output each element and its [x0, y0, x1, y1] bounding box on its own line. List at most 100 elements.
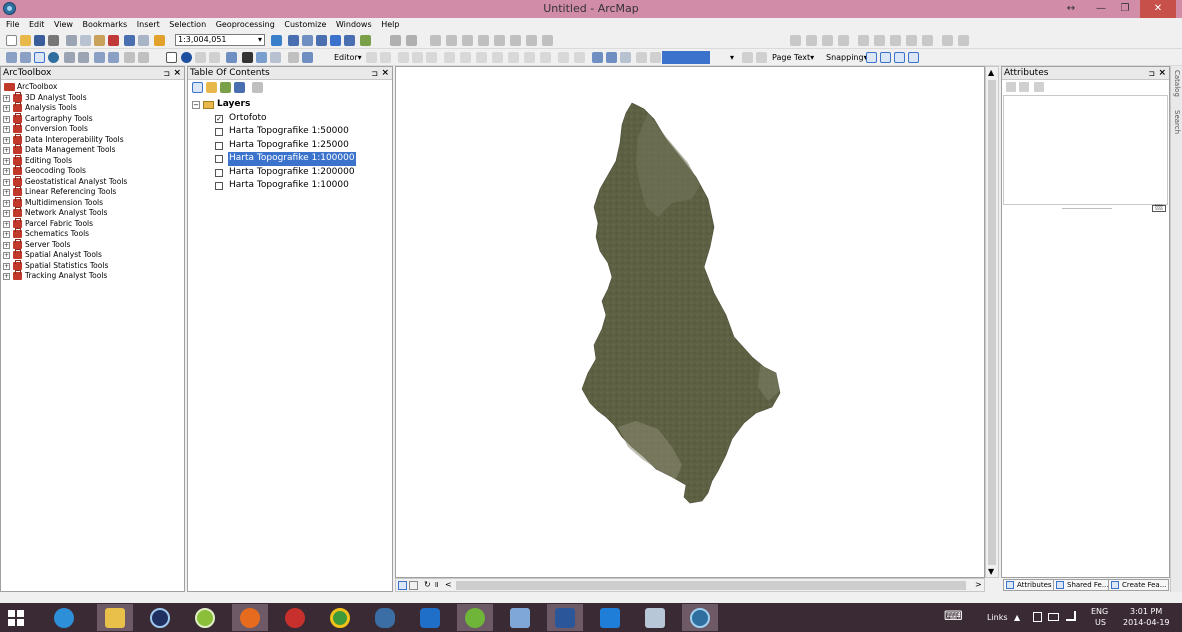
map-canvas[interactable]	[396, 67, 985, 578]
full-extent-globe-icon[interactable]	[48, 52, 59, 63]
vertical-scroll-thumb[interactable]	[988, 80, 996, 565]
battery-icon[interactable]	[1048, 613, 1059, 621]
expand-icon[interactable]: +	[3, 241, 10, 249]
close-button[interactable]: ✕	[1140, 0, 1176, 18]
map-scale-input[interactable]: 1:3,004,051	[175, 34, 265, 46]
maximize-button[interactable]: ❐	[1112, 0, 1138, 18]
minimize-button[interactable]: —	[1088, 0, 1114, 18]
collapse-icon[interactable]: −	[192, 101, 200, 109]
taskbar-file-explorer[interactable]	[97, 604, 133, 631]
map-display[interactable]	[395, 66, 985, 578]
go-back-extent-icon[interactable]	[94, 52, 105, 63]
layer-name[interactable]: Harta Topografike 1:10000	[228, 179, 350, 193]
point-icon[interactable]	[444, 52, 455, 63]
python-window-icon[interactable]	[344, 35, 355, 46]
restore-arrows-icon[interactable]: ↔	[1058, 0, 1084, 18]
font-dropdown-arrow-icon[interactable]: ▾	[730, 52, 734, 63]
keyboard-layout-indicator[interactable]: US	[1095, 618, 1106, 627]
edit-vertices-icon[interactable]	[790, 35, 801, 46]
select-features-icon[interactable]	[406, 35, 417, 46]
windows-start-icon[interactable]	[8, 610, 24, 626]
report-tool-icon[interactable]	[510, 35, 521, 46]
edge-snapping-icon[interactable]	[908, 52, 919, 63]
list-by-source-icon[interactable]	[206, 82, 217, 93]
error-inspector-icon[interactable]	[906, 35, 917, 46]
taskbar-video-app[interactable]	[592, 604, 628, 631]
split-icon[interactable]	[508, 52, 519, 63]
menu-selection[interactable]: Selection	[169, 18, 206, 32]
expand-icon[interactable]: +	[3, 231, 10, 238]
edit-tool-icon[interactable]	[366, 52, 377, 63]
map-horizontal-scrollbar[interactable]: ↻ ॥ < >	[395, 578, 985, 592]
close-icon[interactable]: ×	[173, 67, 181, 80]
graph-tool-icon[interactable]	[494, 35, 505, 46]
layout-pan-icon[interactable]	[620, 52, 631, 63]
select-elements-arrow-icon[interactable]	[166, 52, 177, 63]
snapping-menu[interactable]: Snapping▾	[826, 52, 868, 63]
taskbar-firefox[interactable]	[232, 604, 268, 631]
find-binoculars-icon[interactable]	[242, 52, 253, 63]
layer-name[interactable]: Harta Topografike 1:25000	[228, 139, 350, 153]
next-page-icon[interactable]	[742, 52, 753, 63]
scroll-up-icon[interactable]: ▲	[988, 68, 994, 77]
redo-icon[interactable]	[138, 35, 149, 46]
zoom-out-icon[interactable]	[20, 52, 31, 63]
attributes-sort-icon[interactable]	[1006, 82, 1016, 92]
find-route-icon[interactable]	[256, 52, 267, 63]
tab-attributes[interactable]: Attributes	[1003, 579, 1055, 591]
time-slider-icon[interactable]	[288, 52, 299, 63]
expand-icon[interactable]: +	[3, 178, 10, 186]
layout-zoom-out-icon[interactable]	[606, 52, 617, 63]
sketch-icon[interactable]	[558, 52, 569, 63]
traverse-icon[interactable]	[958, 35, 969, 46]
menu-file[interactable]: File	[6, 18, 19, 32]
layer-visibility-checkbox[interactable]	[215, 141, 223, 150]
fixed-zoom-in-icon[interactable]	[64, 52, 75, 63]
pan-hand-icon[interactable]	[34, 52, 45, 63]
menu-windows[interactable]: Windows	[336, 18, 372, 32]
vertex-snapping-icon[interactable]	[894, 52, 905, 63]
last-page-icon[interactable]	[756, 52, 767, 63]
rotate-icon[interactable]	[524, 52, 535, 63]
editor-toolbar-icon[interactable]	[271, 35, 282, 46]
reshape-icon[interactable]	[806, 35, 817, 46]
save-icon[interactable]	[34, 35, 45, 46]
expand-icon[interactable]: +	[3, 157, 10, 165]
table-of-contents-icon[interactable]	[288, 35, 299, 46]
go-forward-extent-icon[interactable]	[108, 52, 119, 63]
layer-visibility-checkbox[interactable]	[215, 182, 223, 190]
taskbar-postgresql[interactable]	[367, 604, 403, 631]
taskbar-word[interactable]	[547, 604, 583, 631]
attributes-icon[interactable]	[540, 52, 551, 63]
create-features-icon[interactable]	[574, 52, 585, 63]
select-by-rectangle-icon[interactable]	[124, 52, 135, 63]
taskbar-chrome[interactable]	[322, 604, 358, 631]
links-toolbar[interactable]: Links	[987, 613, 1008, 622]
expand-icon[interactable]: +	[3, 105, 10, 112]
menu-bookmarks[interactable]: Bookmarks	[83, 18, 128, 32]
expand-icon[interactable]: +	[3, 168, 10, 175]
sketch-properties-icon[interactable]	[858, 35, 869, 46]
pin-icon[interactable]: ⊐	[163, 67, 170, 80]
menu-help[interactable]: Help	[381, 18, 399, 32]
paste-icon[interactable]	[94, 35, 105, 46]
model-builder-icon[interactable]	[360, 35, 371, 46]
pause-drawing-icon[interactable]: ॥	[434, 579, 439, 591]
first-page-icon[interactable]	[636, 52, 647, 63]
close-icon[interactable]: ×	[1158, 67, 1166, 80]
attributes-list-icon[interactable]	[1019, 82, 1029, 92]
add-data-icon[interactable]	[154, 35, 165, 46]
cogo-icon[interactable]	[942, 35, 953, 46]
data-view-button[interactable]	[398, 581, 407, 590]
cut-icon[interactable]	[66, 35, 77, 46]
measure-tool-icon[interactable]	[462, 35, 473, 46]
attributes-options-icon[interactable]	[1034, 82, 1044, 92]
layer-visibility-checkbox[interactable]: ✓	[215, 114, 223, 123]
expand-icon[interactable]: +	[3, 210, 10, 217]
touch-keyboard-icon[interactable]: ⌨	[944, 609, 963, 624]
map-vertical-scrollbar[interactable]: ▲ ▼	[985, 66, 999, 578]
topology-icon[interactable]	[874, 35, 885, 46]
animation-tool-icon[interactable]	[542, 35, 553, 46]
new-document-icon[interactable]	[6, 35, 17, 46]
print-icon[interactable]	[48, 35, 59, 46]
